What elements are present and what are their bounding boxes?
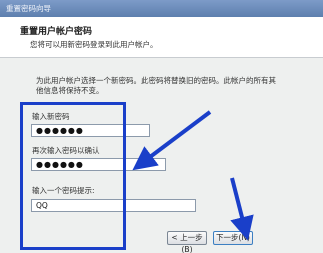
annotation-arrows [132,110,254,241]
arrow-to-fields [132,110,212,171]
arrow-to-next-button [230,177,254,241]
reset-password-wizard-window: 重置密码向导 重置用户帐户密码 您将可以用新密码登录到此用户帐户。 为此用户帐户… [0,0,323,253]
